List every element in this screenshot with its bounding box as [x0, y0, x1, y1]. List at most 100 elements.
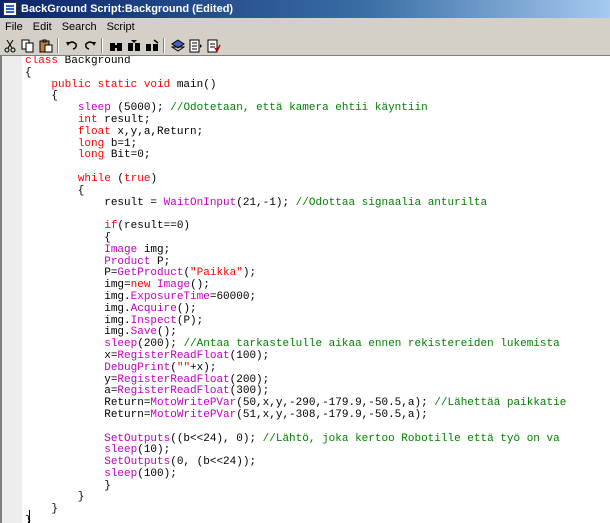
redo-button[interactable] — [82, 38, 98, 54]
find-icon — [110, 42, 122, 51]
paste-button[interactable] — [38, 38, 54, 54]
code-token: img; — [137, 243, 171, 256]
code-token: DebugPrint — [104, 361, 171, 374]
code-token: Inspect — [130, 314, 177, 327]
code-token: MotoWritePVar — [150, 408, 237, 421]
check-button[interactable] — [206, 38, 222, 54]
code-line: } — [25, 492, 566, 504]
code-token: y= — [25, 373, 118, 386]
code-token: //Lähtö, joka kertoo Robotille että työ … — [262, 432, 560, 445]
code-token: result = — [25, 196, 164, 209]
undo-button[interactable] — [64, 38, 80, 54]
code-line: public static void main() — [25, 78, 566, 92]
code-token: ( — [110, 172, 125, 185]
code-token: new — [130, 279, 151, 292]
code-line: long Bit=0; — [25, 149, 566, 162]
code-token: { — [25, 66, 32, 79]
code-token: img. — [25, 326, 131, 339]
code-token: WaitOnInput — [163, 196, 237, 209]
code-token: ExposureTime — [130, 290, 210, 303]
code-token: main() — [170, 78, 217, 91]
find-button[interactable] — [108, 38, 124, 54]
menu-edit[interactable]: Edit — [28, 21, 57, 33]
code-token: MotoWritePVar — [150, 397, 237, 410]
code-token: Acquire — [130, 302, 177, 315]
code-token: Return= — [25, 408, 151, 421]
insert-button[interactable] — [188, 38, 204, 54]
replace-icon — [146, 38, 159, 51]
menu-search[interactable]: Search — [57, 21, 102, 33]
menu-file[interactable]: File — [0, 21, 28, 33]
code-line: result = WaitOnInput(21,-1); //Odottaa s… — [25, 196, 566, 210]
code-token: float — [77, 125, 111, 138]
code-token: public static void — [51, 78, 171, 91]
menu-script[interactable]: Script — [102, 21, 140, 33]
code-token: } — [25, 491, 85, 504]
code-line: } — [25, 480, 566, 493]
find-next-icon — [128, 39, 140, 51]
code-token: Save — [130, 326, 158, 339]
code-token: img. — [25, 314, 131, 327]
code-token: Background — [58, 56, 131, 67]
code-token: if — [104, 220, 118, 233]
code-token: img= — [25, 279, 131, 292]
text-caret — [29, 510, 30, 523]
code-editor[interactable]: class Background { public static void mai… — [0, 56, 610, 523]
copy-button[interactable] — [20, 38, 36, 54]
code-token: (21,-1); — [236, 196, 296, 209]
code-token: Return= — [25, 397, 151, 410]
code-line: Return=MotoWritePVar(51,x,y,-308,-179.9,… — [25, 408, 566, 422]
code-token: (200); — [229, 373, 270, 386]
code-token: ) — [150, 172, 158, 185]
copy-icon — [21, 39, 34, 52]
code-token: (P); — [176, 314, 204, 327]
code-token: SetOutputs — [104, 456, 171, 469]
code-token: sleep — [104, 338, 138, 351]
code-token: ( — [170, 361, 177, 374]
code-token: ); — [242, 267, 257, 280]
code-line: } — [25, 515, 566, 523]
code-token: (100); — [137, 467, 177, 480]
app-icon — [3, 2, 17, 16]
toolbar-separator — [101, 38, 103, 53]
code-token: (300); — [229, 385, 270, 398]
code-token: (5000); — [110, 102, 171, 115]
code-token: (10); — [137, 444, 171, 457]
code-token: +x); — [190, 361, 217, 374]
code-token: class — [25, 56, 59, 67]
code-token: RegisterReadFloat — [117, 373, 230, 386]
compile-button[interactable] — [170, 38, 186, 54]
code-token: result; — [97, 113, 151, 126]
replace-button[interactable] — [144, 38, 160, 54]
code-token: (51,x,y,-308,-179.9,-50.5,a); — [236, 408, 428, 421]
code-token: (200); — [137, 338, 184, 351]
code-token: ((b<<24), 0); — [170, 432, 263, 445]
menu-bar: File Edit Search Script — [0, 18, 610, 36]
undo-icon — [66, 40, 77, 50]
code-token: =60000; — [209, 290, 257, 303]
find-next-button[interactable] — [126, 38, 142, 54]
code-token: (result==0) — [117, 220, 191, 233]
code-token: long — [77, 149, 105, 162]
cut-button[interactable] — [2, 38, 18, 54]
window-title: BackGround Script:Background (Edited) — [21, 3, 234, 15]
code-token: Bit=0; — [104, 149, 151, 162]
code-token: //Odotetaan, että kamera ehtii käyntiin — [170, 102, 428, 115]
toolbar-separator — [57, 38, 59, 53]
code-line: while (true) — [25, 172, 566, 186]
code-token: sleep — [77, 102, 111, 115]
code-token: //Lähettää paikkatie — [434, 397, 567, 410]
code-area[interactable]: class Background { public static void mai… — [25, 56, 566, 523]
cut-icon — [4, 39, 16, 52]
